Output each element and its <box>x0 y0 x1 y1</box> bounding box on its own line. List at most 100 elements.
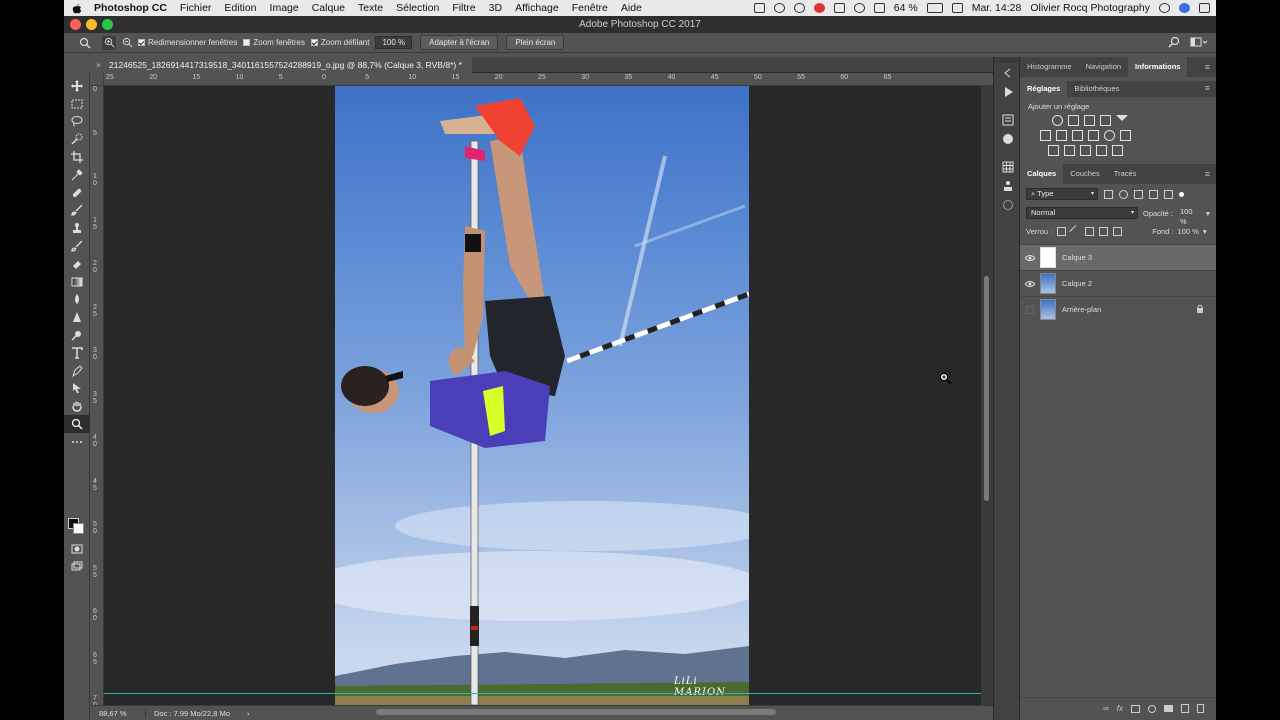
keyboard-icon[interactable] <box>951 3 963 13</box>
quick-mask-icon[interactable] <box>64 540 90 558</box>
vertical-scroll-thumb[interactable] <box>984 276 989 501</box>
fit-screen-button[interactable]: Adapter à l'écran <box>420 35 499 50</box>
lock-artboard-icon[interactable] <box>1099 226 1109 236</box>
zoom-tool-icon[interactable] <box>64 415 90 433</box>
swatches-grid-icon[interactable] <box>994 157 1021 176</box>
ruler-origin[interactable] <box>91 73 104 86</box>
invert-icon[interactable] <box>1048 145 1059 156</box>
actions-play-icon[interactable] <box>994 82 1021 101</box>
threshold-icon[interactable] <box>1080 145 1091 156</box>
close-window-button[interactable] <box>70 19 81 30</box>
channel-mixer-icon[interactable] <box>1104 130 1115 141</box>
blend-mode-select[interactable]: Normal ▾ <box>1026 207 1138 219</box>
fill-screen-button[interactable]: Plein écran <box>506 35 565 50</box>
zoom-tool-preset-icon[interactable] <box>78 36 92 50</box>
eye-icon[interactable] <box>1020 280 1040 288</box>
menu-texte[interactable]: Texte <box>358 2 383 14</box>
opacity-chevron-icon[interactable]: ▾ <box>1206 209 1210 218</box>
search-icon[interactable] <box>1168 36 1180 48</box>
brush-tool-icon[interactable] <box>64 202 90 220</box>
tab-couches[interactable]: Couches <box>1063 164 1107 184</box>
ruler-horizontal[interactable]: 25 20 15 10 5 0 5 10 15 20 25 30 35 40 45 50 55 60 65 <box>104 73 993 86</box>
filter-type-icon[interactable] <box>1134 189 1143 199</box>
zoom-out-icon[interactable] <box>120 36 134 50</box>
selective-color-icon[interactable] <box>1112 145 1123 156</box>
siri-icon[interactable] <box>1179 3 1190 13</box>
new-layer-icon[interactable] <box>1181 704 1189 713</box>
exposure-icon[interactable] <box>1100 115 1111 126</box>
spotlight-icon[interactable] <box>1159 3 1170 13</box>
clock[interactable]: Mar. 14:28 <box>972 2 1022 14</box>
sync-icon[interactable] <box>773 3 785 13</box>
menu-fenetre[interactable]: Fenêtre <box>572 2 608 14</box>
tab-informations[interactable]: Informations <box>1128 57 1188 77</box>
lock-image-icon[interactable] <box>1069 224 1083 238</box>
checkbox-box[interactable] <box>310 39 318 46</box>
layer-name[interactable]: Calque 3 <box>1062 253 1092 262</box>
marquee-tool-icon[interactable] <box>64 95 90 113</box>
status-menu-arrow[interactable]: › <box>247 709 250 718</box>
pen-icon[interactable] <box>793 3 805 13</box>
layer-row[interactable]: Calque 2 <box>1020 270 1216 296</box>
fill-chevron-icon[interactable]: ▾ <box>1203 227 1207 236</box>
tab-histogram[interactable]: Histogramme <box>1020 57 1079 77</box>
workspace-switcher-icon[interactable] <box>1190 36 1208 48</box>
horizontal-scroll-thumb[interactable] <box>376 709 776 715</box>
healing-brush-tool-icon[interactable] <box>64 184 90 202</box>
ruler-vertical[interactable]: 051 01 52 02 53 03 54 04 55 05 56 06 57 … <box>91 86 104 709</box>
wifi-icon[interactable] <box>853 3 865 13</box>
hand-tool-icon[interactable] <box>64 397 90 415</box>
notification-icon[interactable] <box>1199 3 1210 13</box>
visibility-toggle[interactable] <box>1020 305 1040 314</box>
menu-filtre[interactable]: Filtre <box>452 2 475 14</box>
filter-smart-object-icon[interactable] <box>1164 189 1173 199</box>
zoom-window-button[interactable] <box>102 19 113 30</box>
photo-filter-icon[interactable] <box>1088 130 1099 141</box>
history-brush-tool-icon[interactable] <box>64 237 90 255</box>
clone-stamp-tool-icon[interactable] <box>64 219 90 237</box>
menu-fichier[interactable]: Fichier <box>180 2 212 14</box>
dodge-tool-icon[interactable] <box>64 308 90 326</box>
zoom-value-field[interactable]: 100 % <box>375 36 413 49</box>
scrubby-zoom-checkbox[interactable]: Zoom défilant <box>310 38 369 47</box>
zoom-in-icon[interactable] <box>102 35 116 50</box>
menu-calque[interactable]: Calque <box>312 2 345 14</box>
close-document-icon[interactable]: × <box>96 57 101 73</box>
expand-panels-icon[interactable] <box>994 63 1021 82</box>
document-tab[interactable]: × 21246525_1826914417319518_340116155752… <box>91 57 472 73</box>
gradient-tool-icon[interactable] <box>64 273 90 291</box>
canvas-pasteboard[interactable]: LiLi MARION <box>104 86 981 705</box>
more-tools-icon[interactable] <box>64 433 90 451</box>
opacity-field[interactable]: 100 % <box>1176 207 1205 226</box>
layer-row[interactable]: Arrière-plan <box>1020 296 1216 322</box>
filter-toggle-icon[interactable] <box>1179 191 1184 197</box>
path-selection-tool-icon[interactable] <box>64 380 90 398</box>
quick-selection-tool-icon[interactable] <box>64 130 90 148</box>
brightness-contrast-icon[interactable] <box>1052 115 1063 126</box>
mask-icon[interactable] <box>1131 704 1140 713</box>
hue-saturation-icon[interactable] <box>1040 130 1051 141</box>
eyedropper-tool-icon[interactable] <box>64 166 90 184</box>
lock-position-icon[interactable] <box>1085 226 1095 236</box>
pen-tool-icon[interactable] <box>64 326 90 344</box>
filter-kind-select[interactable]: ⌕ Type ▾ <box>1026 188 1098 200</box>
properties-icon[interactable] <box>994 110 1021 129</box>
battery-icon[interactable] <box>926 3 943 13</box>
filter-adjustment-icon[interactable] <box>1119 189 1128 199</box>
menu-3d[interactable]: 3D <box>489 2 502 14</box>
checkbox-box[interactable] <box>243 39 251 46</box>
tab-bibliotheques[interactable]: Bibliothèques <box>1067 81 1126 97</box>
vibrance-icon[interactable] <box>1116 115 1128 121</box>
eye-icon[interactable] <box>1020 254 1040 262</box>
resize-windows-checkbox[interactable]: Redimensionner fenêtres <box>138 38 237 47</box>
tab-traces[interactable]: Tracés <box>1107 164 1144 184</box>
lock-transparent-icon[interactable] <box>1057 226 1067 236</box>
panel-menu-icon[interactable]: ≡ <box>1205 62 1210 72</box>
posterize-icon[interactable] <box>1064 145 1075 156</box>
user-name[interactable]: Olivier Rocq Photography <box>1030 2 1150 14</box>
status-zoom[interactable]: 88,67 % <box>91 708 146 718</box>
levels-icon[interactable] <box>1068 115 1079 126</box>
menu-app-name[interactable]: Photoshop CC <box>94 2 167 14</box>
bars-icon[interactable] <box>833 3 845 13</box>
curves-icon[interactable] <box>1084 115 1095 126</box>
